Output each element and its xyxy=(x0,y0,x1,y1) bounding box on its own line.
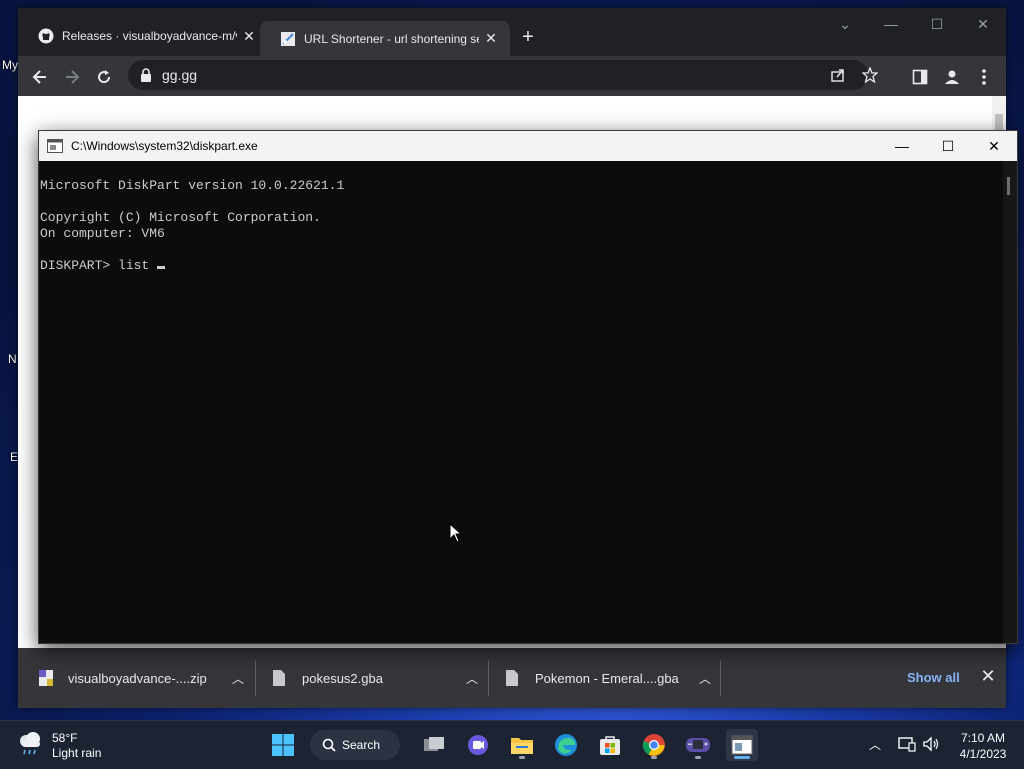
download-bar: visualboyadvance-....zip ︿ pokesus2.gba … xyxy=(18,648,1006,708)
lock-icon[interactable] xyxy=(140,68,152,82)
console-window: C:\Windows\system32\diskpart.exe — ☐ ✕ M… xyxy=(38,130,1018,644)
tab-title: Releases · visualboyadvance-m/v xyxy=(62,29,237,43)
close-icon[interactable]: ✕ xyxy=(971,131,1017,161)
clock-date: 4/1/2023 xyxy=(959,747,1007,761)
system-clock[interactable]: 7:10 AM 4/1/2023 xyxy=(948,730,1018,762)
close-tab-icon[interactable]: ✕ xyxy=(241,28,257,44)
chrome-icon[interactable] xyxy=(638,729,670,761)
file-icon xyxy=(505,669,521,687)
file-explorer-icon[interactable] xyxy=(506,729,538,761)
active-indicator xyxy=(734,756,750,759)
text-cursor xyxy=(157,266,166,269)
file-icon xyxy=(272,669,288,687)
rain-cloud-icon xyxy=(16,729,44,762)
clock-time: 7:10 AM xyxy=(960,731,1006,745)
search-button[interactable]: Search xyxy=(310,730,400,760)
plus-icon[interactable]: + xyxy=(516,26,540,50)
download-filename: pokesus2.gba xyxy=(302,670,383,686)
edge-browser-icon[interactable] xyxy=(550,729,582,761)
maximize-icon[interactable]: ☐ xyxy=(922,16,952,33)
desktop-icon-label[interactable]: My xyxy=(2,58,18,72)
back-icon[interactable] xyxy=(28,65,52,89)
console-title: C:\Windows\system32\diskpart.exe xyxy=(71,139,258,153)
console-app-icon xyxy=(47,139,63,153)
tab-strip: Releases · visualboyadvance-m/v ✕ URL Sh… xyxy=(18,8,1006,56)
chevron-up-icon[interactable]: ︿ xyxy=(464,670,480,687)
side-panel-icon[interactable] xyxy=(908,65,932,89)
teams-chat-icon[interactable] xyxy=(462,729,494,761)
taskbar: 58°F Light rain Search ︿ 7:10 AM 4/1/202… xyxy=(0,720,1024,769)
scrollbar-thumb[interactable] xyxy=(1007,177,1010,195)
start-button[interactable] xyxy=(267,729,299,761)
mouse-pointer-icon xyxy=(449,522,463,548)
zip-file-icon xyxy=(38,669,54,687)
windows-logo-icon xyxy=(272,734,294,756)
chevron-down-icon[interactable]: ⌄ xyxy=(830,16,860,33)
console-line: On computer: VM6 xyxy=(40,226,165,241)
volume-icon[interactable] xyxy=(920,733,942,755)
running-indicator xyxy=(651,756,657,759)
download-filename: visualboyadvance-....zip xyxy=(68,670,207,686)
forward-icon[interactable] xyxy=(60,65,84,89)
download-item[interactable]: pokesus2.gba ︿ xyxy=(272,660,480,696)
profile-icon[interactable] xyxy=(940,65,964,89)
console-input: DISKPART> list xyxy=(40,258,158,273)
console-prompt-line: DISKPART> list xyxy=(40,258,166,273)
chevron-up-icon[interactable]: ︿ xyxy=(697,670,713,687)
divider xyxy=(488,660,489,696)
desktop-icon-label[interactable]: E xyxy=(10,450,18,464)
console-line: Copyright (C) Microsoft Corporation. xyxy=(40,210,321,225)
search-icon xyxy=(322,738,336,752)
search-label: Search xyxy=(342,738,381,752)
running-indicator xyxy=(519,756,525,759)
console-titlebar[interactable]: C:\Windows\system32\diskpart.exe — ☐ ✕ xyxy=(39,131,1017,161)
weather-condition: Light rain xyxy=(52,745,102,760)
gba-emulator-icon[interactable] xyxy=(682,729,714,761)
download-filename: Pokemon - Emeral....gba xyxy=(535,670,679,686)
reload-icon[interactable] xyxy=(92,65,116,89)
download-item[interactable]: Pokemon - Emeral....gba ︿ xyxy=(505,660,713,696)
chevron-up-icon[interactable]: ︿ xyxy=(230,670,246,687)
microsoft-store-icon[interactable] xyxy=(594,729,626,761)
divider xyxy=(255,660,256,696)
download-item[interactable]: visualboyadvance-....zip ︿ xyxy=(38,660,246,696)
desktop-icon-label[interactable]: N xyxy=(8,352,17,366)
chevron-up-icon[interactable]: ︿ xyxy=(864,733,886,755)
tab-title: URL Shortener - url shortening se xyxy=(304,31,479,46)
divider xyxy=(720,660,721,696)
tab-releases[interactable]: Releases · visualboyadvance-m/v ✕ xyxy=(18,21,268,51)
maximize-icon[interactable]: ☐ xyxy=(925,131,971,161)
console-scrollbar[interactable] xyxy=(1003,161,1017,643)
browser-toolbar: gg.gg xyxy=(18,56,1006,96)
close-icon[interactable]: ✕ xyxy=(968,16,998,33)
show-all-downloads-link[interactable]: Show all xyxy=(907,670,960,685)
github-icon xyxy=(38,28,54,44)
share-icon[interactable] xyxy=(828,65,848,85)
running-indicator xyxy=(695,756,701,759)
link-favicon-icon xyxy=(280,31,296,47)
diskpart-console-taskbar-icon[interactable] xyxy=(726,729,758,761)
console-output[interactable]: Microsoft DiskPart version 10.0.22621.1 … xyxy=(39,161,1001,643)
close-icon[interactable]: ✕ xyxy=(978,666,998,687)
minimize-icon[interactable]: — xyxy=(879,131,925,161)
minimize-icon[interactable]: — xyxy=(876,16,906,32)
console-line: Microsoft DiskPart version 10.0.22621.1 xyxy=(40,178,345,193)
close-tab-icon[interactable]: ✕ xyxy=(483,30,499,47)
weather-temp: 58°F xyxy=(52,730,78,745)
tab-url-shortener[interactable]: URL Shortener - url shortening se ✕ xyxy=(260,21,510,56)
bookmark-star-icon[interactable] xyxy=(860,65,880,85)
task-view-icon[interactable] xyxy=(418,729,450,761)
weather-widget[interactable]: 58°F Light rain xyxy=(16,729,101,762)
address-bar[interactable]: gg.gg xyxy=(128,60,878,90)
url-text: gg.gg xyxy=(162,67,198,83)
network-icon[interactable] xyxy=(896,733,918,755)
more-menu-icon[interactable] xyxy=(972,65,996,89)
